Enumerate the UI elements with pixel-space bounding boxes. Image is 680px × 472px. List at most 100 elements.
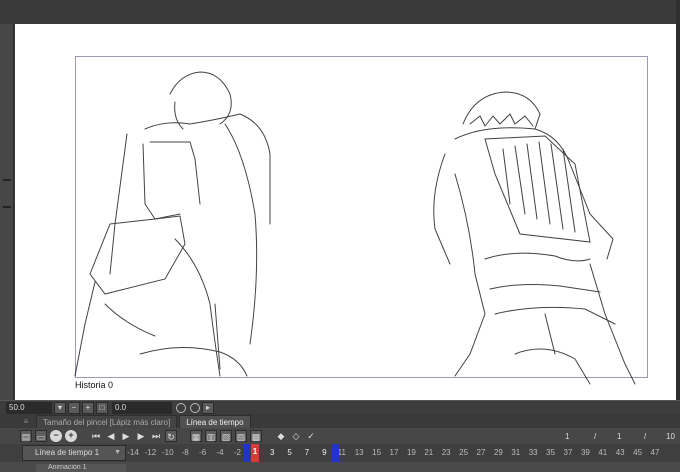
check-icon[interactable]: ✓ (305, 430, 317, 442)
sketch-stroke (109, 133, 128, 275)
left-strip-handle[interactable] (3, 206, 11, 208)
flip-icon[interactable]: ▸ (202, 401, 214, 414)
frame-ruler[interactable]: -14-12-10-8-6-4-213579111315171921232527… (127, 444, 680, 472)
sketch-stroke (514, 348, 591, 385)
sketch-stroke (144, 113, 271, 225)
first-frame-icon[interactable]: ⏮ (90, 430, 102, 442)
in-point-marker[interactable] (243, 444, 251, 462)
sketch-stroke (104, 303, 156, 337)
layer-item[interactable]: Animación 1 (36, 464, 126, 472)
sketch-stroke (489, 284, 601, 293)
tab-timeline[interactable]: Línea de tiempo (179, 415, 251, 428)
interpolate-icon[interactable]: ◇ (290, 430, 302, 442)
sketch-stroke (433, 153, 451, 265)
ruler-label: 43 (615, 448, 625, 457)
sketch-stroke (89, 215, 186, 295)
new-timeline-icon[interactable]: ▤ (20, 430, 32, 442)
out-point-marker[interactable] (332, 444, 340, 462)
sketch-stroke (74, 281, 96, 377)
loop-icon[interactable]: ↻ (165, 430, 177, 442)
frame-separator: / (644, 432, 647, 441)
sketch-stroke (142, 143, 181, 220)
panel-tabs: ≡ Tamaño del pincel [Lápiz más claro] Lí… (0, 414, 680, 428)
play-icon[interactable]: ▶ (120, 430, 132, 442)
ruler-label: 25 (459, 448, 469, 457)
sketch-stroke (224, 123, 258, 345)
remove-frame-icon[interactable]: − (50, 430, 62, 442)
zoom-field[interactable]: 50.0 (6, 401, 52, 414)
ruler-label: 15 (372, 448, 382, 457)
ruler-label: 41 (598, 448, 608, 457)
sketch-stroke (462, 91, 541, 130)
ruler-label: -10 (162, 448, 174, 457)
next-frame-icon[interactable]: ▶ (135, 430, 147, 442)
fit-icon[interactable]: □ (96, 401, 108, 414)
prev-frame-icon[interactable]: ◀ (105, 430, 117, 442)
zoom-out-icon[interactable]: − (68, 401, 80, 414)
title-area (0, 0, 680, 24)
bottom-panel: 50.0 ▾ − + □ 0.0 ▸ ≡ Tamaño del pincel [… (0, 400, 680, 472)
ruler-label: 9 (322, 448, 327, 457)
rotate-left-icon[interactable] (176, 402, 186, 413)
ruler-label: 13 (354, 448, 364, 457)
left-tool-strip (0, 24, 14, 400)
left-strip-handle[interactable] (3, 179, 11, 181)
ruler-label: -8 (181, 448, 189, 457)
chevron-down-icon: ▼ (114, 449, 121, 456)
ruler-label: 21 (424, 448, 434, 457)
frame-separator: / (594, 432, 597, 441)
ruler-label: 35 (546, 448, 556, 457)
ruler-label: 33 (528, 448, 538, 457)
new-cel-icon[interactable]: ▦ (190, 430, 202, 442)
ruler-label: 29 (493, 448, 503, 457)
brush-tool-row: 50.0 ▾ − + □ 0.0 ▸ (0, 400, 680, 414)
edit-timeline-icon[interactable]: ▭ (35, 430, 47, 442)
ruler-label: 47 (650, 448, 660, 457)
right-edge (676, 0, 680, 400)
sketch-stroke (494, 306, 616, 325)
last-frame-icon[interactable]: ⏭ (150, 430, 162, 442)
drawing-canvas[interactable]: Historia 0 (15, 24, 676, 400)
sketch-stroke (589, 263, 636, 385)
ruler-label: 31 (511, 448, 521, 457)
timeline-layer-row: Animación 1 (0, 462, 680, 472)
keyframe-icon[interactable]: ◆ (275, 430, 287, 442)
sketch-drawing (74, 71, 636, 385)
ruler-label: 45 (633, 448, 643, 457)
sketch-stroke (484, 252, 591, 262)
ruler-label: 5 (287, 448, 292, 457)
sketch-stroke (469, 113, 534, 127)
sketch-stroke (169, 71, 232, 125)
ruler-label: 23 (441, 448, 451, 457)
app-window: Historia 0 50.0 ▾ − + □ 0.0 ▸ ≡ Tamaño d… (0, 0, 680, 472)
ruler-label: 3 (269, 448, 275, 457)
history-label: Historia 0 (75, 380, 114, 390)
ruler-label: -14 (127, 448, 139, 457)
ruler-label: -2 (233, 448, 241, 457)
timeline-select[interactable]: Línea de tiempo 1 ▼ (22, 445, 126, 461)
sketch-stroke (174, 238, 221, 377)
cel-icon[interactable]: ▧ (220, 430, 232, 442)
ruler-label: 7 (304, 448, 310, 457)
timeline-controls: ▤ ▭ − + ⏮ ◀ ▶ ▶ ⏭ ↻ ▦ ▥ ▧ ▨ ▩ ◆ ◇ ✓ 1 / … (0, 428, 680, 444)
angle-field[interactable]: 0.0 (112, 401, 172, 414)
cel-specify-icon[interactable]: ▥ (205, 430, 217, 442)
zoom-slider-icon[interactable]: ▾ (54, 401, 66, 414)
ruler-label: -4 (216, 448, 224, 457)
end-frame[interactable]: 10 (666, 432, 675, 441)
add-frame-icon[interactable]: + (65, 430, 77, 442)
sketch-stroke (454, 173, 486, 315)
light-table-icon[interactable]: ▩ (250, 430, 262, 442)
ruler-label: 27 (476, 448, 486, 457)
panel-grip-icon[interactable]: ≡ (18, 415, 34, 428)
tab-brush-size[interactable]: Tamaño del pincel [Lápiz más claro] (36, 415, 178, 428)
current-frame[interactable]: 1 (565, 432, 569, 441)
playhead-frame: 1 (252, 447, 258, 456)
start-frame[interactable]: 1 (617, 432, 621, 441)
ruler-label: -12 (144, 448, 157, 457)
timeline-name: Línea de tiempo 1 (35, 448, 100, 457)
rotate-right-icon[interactable] (190, 402, 200, 413)
ruler-label: 39 (580, 448, 590, 457)
onion-skin-icon[interactable]: ▨ (235, 430, 247, 442)
zoom-in-icon[interactable]: + (82, 401, 94, 414)
